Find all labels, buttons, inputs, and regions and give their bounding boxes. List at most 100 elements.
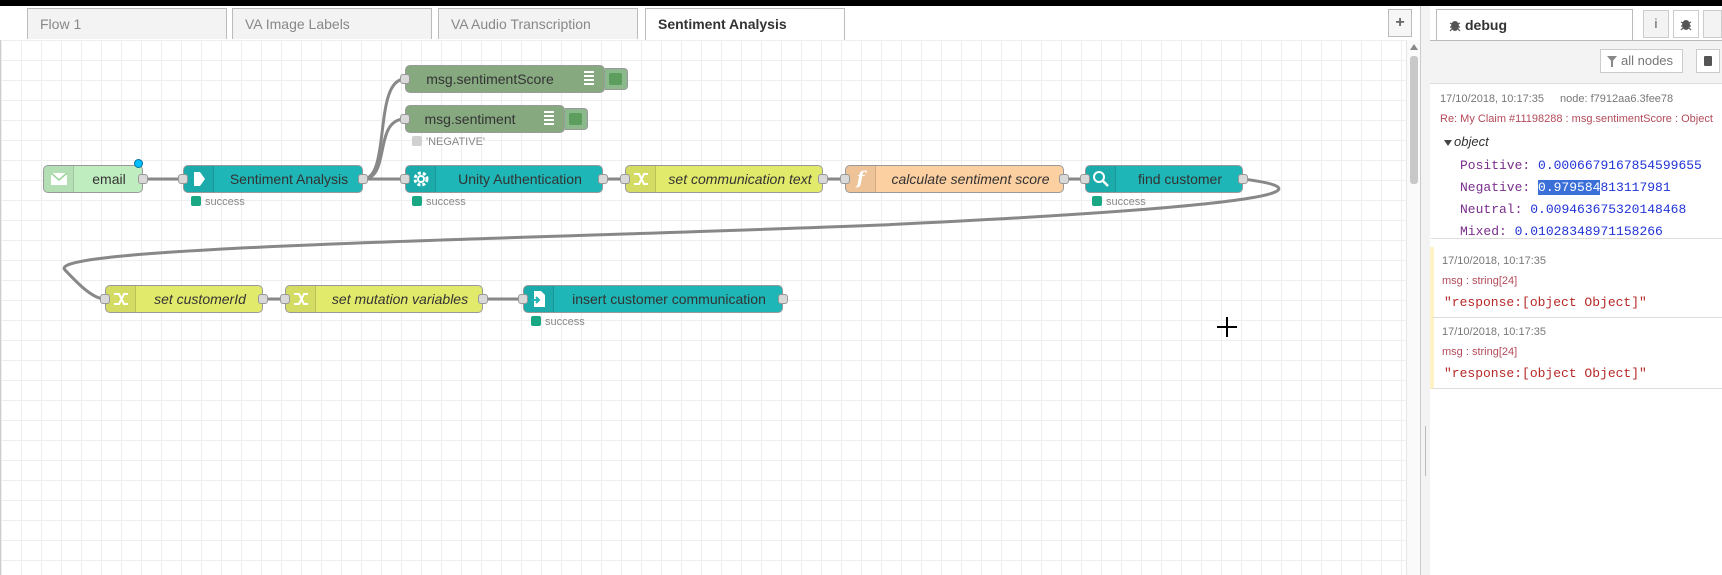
input-port[interactable]: [518, 294, 528, 304]
node-status: success: [412, 196, 466, 208]
sidebar-menu-button[interactable]: [1703, 10, 1722, 38]
set-communication-text-node[interactable]: set communication text: [620, 165, 828, 193]
clear-log-button[interactable]: [1696, 49, 1720, 73]
list-icon: [544, 111, 554, 127]
add-flow-button[interactable]: +: [1388, 9, 1412, 37]
flow-tab-strip: Flow 1 VA Image Labels VA Audio Transcri…: [0, 6, 1420, 41]
status-dot: [412, 196, 422, 206]
node-label: msg.sentiment: [424, 111, 516, 127]
list-icon: [584, 71, 594, 87]
output-port[interactable]: [1238, 174, 1248, 184]
output-port[interactable]: [818, 174, 828, 184]
find-customer-node[interactable]: find customer: [1080, 165, 1248, 193]
output-port[interactable]: [1059, 174, 1069, 184]
debug-node-sentiment[interactable]: msg.sentiment: [400, 105, 565, 133]
input-port[interactable]: [620, 174, 630, 184]
calculate-sentiment-score-node[interactable]: f calculate sentiment score: [840, 165, 1069, 193]
unity-authentication-node[interactable]: Unity Authentication: [400, 165, 608, 193]
crosshair-cursor: [1217, 317, 1237, 337]
message-type: msg : string[24]: [1442, 346, 1518, 358]
tab-label: debug: [1465, 17, 1507, 33]
input-port[interactable]: [400, 114, 410, 124]
info-icon: i: [1654, 16, 1658, 31]
node-status: success: [191, 196, 245, 208]
arrow-right-icon: [184, 166, 214, 192]
tab-label: Flow 1: [40, 16, 82, 32]
envelope-icon: [44, 166, 74, 192]
tab-va-image-labels[interactable]: VA Image Labels: [232, 8, 432, 39]
debug-toggle-button[interactable]: [565, 108, 588, 130]
node-label: calculate sentiment score: [891, 171, 1050, 187]
wire: [362, 77, 406, 181]
tab-label: VA Image Labels: [245, 16, 350, 32]
search-icon: [1086, 166, 1116, 192]
scrollbar-thumb[interactable]: [1410, 56, 1418, 184]
output-port[interactable]: [358, 174, 368, 184]
tab-va-audio-transcription[interactable]: VA Audio Transcription: [438, 8, 638, 39]
file-import-icon: [524, 286, 554, 312]
splitter-grip: [1425, 426, 1426, 476]
input-port[interactable]: [280, 294, 290, 304]
email-node[interactable]: email: [43, 165, 148, 193]
message-timestamp: 17/10/2018, 10:17:35: [1440, 93, 1544, 105]
input-port[interactable]: [178, 174, 188, 184]
object-label[interactable]: object: [1454, 134, 1489, 149]
filter-all-nodes-button[interactable]: all nodes: [1600, 49, 1683, 73]
output-port[interactable]: [258, 294, 268, 304]
expand-caret-icon[interactable]: [1444, 140, 1452, 146]
workspace-scrollbar[interactable]: [1406, 40, 1421, 575]
debug-toggle-button[interactable]: [605, 68, 628, 90]
changed-indicator: [134, 159, 143, 168]
debug-node-sentiment-score[interactable]: msg.sentimentScore: [400, 65, 605, 93]
status-dot: [191, 196, 201, 206]
output-port[interactable]: [778, 294, 788, 304]
input-port[interactable]: [1080, 174, 1090, 184]
flow-workspace[interactable]: email Sentiment Analysis success msg.sen…: [0, 40, 1406, 575]
sidebar-tabs: debug i: [1430, 6, 1722, 41]
gear-icon: [406, 166, 436, 192]
debug-toolbar: all nodes: [1430, 41, 1722, 84]
debug-message: 17/10/2018, 10:17:35 msg : string[24] "r…: [1430, 318, 1722, 389]
message-node-link[interactable]: node: f7912aa6.3fee78: [1560, 93, 1673, 105]
info-tab-button[interactable]: i: [1643, 10, 1669, 38]
tab-label: Sentiment Analysis: [658, 16, 787, 32]
function-icon: f: [846, 166, 876, 192]
node-label: set communication text: [668, 171, 812, 187]
input-port[interactable]: [400, 74, 410, 84]
debug-sidebar: debug i all nodes 17/10/2018, 10:17:35 n…: [1430, 6, 1722, 575]
set-mutation-variables-node[interactable]: set mutation variables: [280, 285, 488, 313]
property-mixed: Mixed: 0.01028348971158266: [1460, 224, 1663, 239]
scroll-up-arrow[interactable]: [1410, 44, 1418, 50]
set-customerid-node[interactable]: set customerId: [100, 285, 268, 313]
input-port[interactable]: [840, 174, 850, 184]
debug-message: 17/10/2018, 10:17:35 node: f7912aa6.3fee…: [1430, 84, 1722, 239]
node-label: set customerId: [154, 291, 246, 307]
status-dot: [531, 316, 541, 326]
node-label: Unity Authentication: [458, 171, 582, 187]
bug-icon: [1680, 20, 1692, 31]
debug-tab-button[interactable]: [1673, 10, 1699, 38]
property-neutral: Neutral: 0.009463675320148468: [1460, 202, 1687, 217]
debug-message: 17/10/2018, 10:17:35 msg : string[24] "r…: [1430, 247, 1722, 318]
shuffle-icon: [626, 166, 656, 192]
input-port[interactable]: [100, 294, 110, 304]
node-status: 'NEGATIVE': [412, 136, 485, 148]
tab-flow-1[interactable]: Flow 1: [27, 8, 227, 39]
node-label: email: [92, 171, 126, 187]
message-type: msg : string[24]: [1442, 275, 1518, 287]
shuffle-icon: [106, 286, 136, 312]
insert-customer-communication-node[interactable]: insert customer communication: [518, 285, 788, 313]
tab-debug[interactable]: debug: [1436, 9, 1633, 40]
shuffle-icon: [286, 286, 316, 312]
input-port[interactable]: [400, 174, 410, 184]
output-port[interactable]: [478, 294, 488, 304]
trash-icon: [1704, 56, 1712, 66]
output-port[interactable]: [598, 174, 608, 184]
status-dot: [412, 136, 422, 146]
output-port[interactable]: [138, 174, 148, 184]
bug-icon: [1449, 21, 1461, 32]
sentiment-analysis-node[interactable]: Sentiment Analysis: [178, 165, 368, 193]
node-label: find customer: [1137, 171, 1223, 187]
tab-sentiment-analysis[interactable]: Sentiment Analysis: [645, 8, 845, 41]
message-timestamp: 17/10/2018, 10:17:35: [1442, 255, 1546, 267]
